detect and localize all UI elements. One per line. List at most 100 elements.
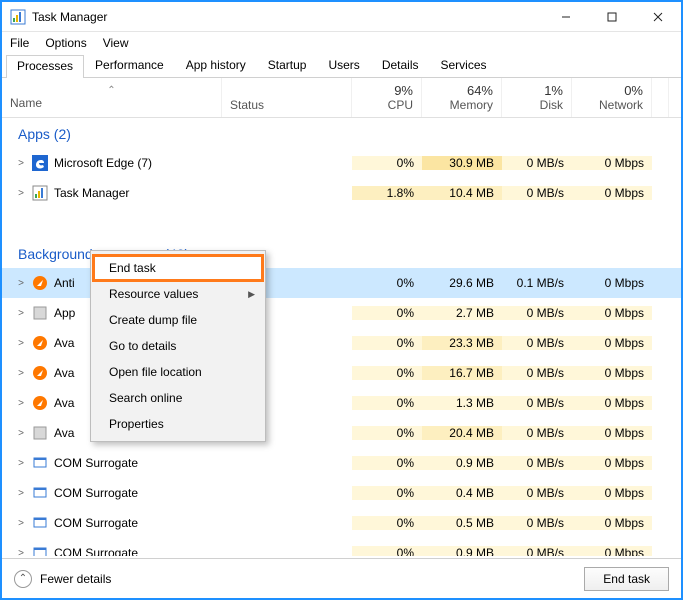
- app-icon: [32, 185, 48, 201]
- chevron-up-icon: ⌃: [14, 570, 32, 588]
- process-row[interactable]: > COM Surrogate 0% 0.9 MB 0 MB/s 0 Mbps: [2, 448, 681, 478]
- process-name-cell: > COM Surrogate: [2, 545, 222, 556]
- expand-icon[interactable]: >: [16, 158, 26, 169]
- group-header-apps: Apps (2): [2, 118, 681, 148]
- col-status[interactable]: Status: [222, 78, 352, 117]
- task-manager-icon: [10, 9, 26, 25]
- memory-cell: 29.6 MB: [422, 276, 502, 290]
- process-name: COM Surrogate: [54, 486, 138, 500]
- col-network[interactable]: 0% Network: [572, 78, 652, 117]
- process-row[interactable]: > COM Surrogate 0% 0.9 MB 0 MB/s 0 Mbps: [2, 538, 681, 556]
- ctx-open-file-location[interactable]: Open file location: [93, 359, 263, 385]
- expand-icon[interactable]: >: [16, 398, 26, 409]
- tab-users[interactable]: Users: [317, 54, 370, 77]
- network-cell: 0 Mbps: [572, 426, 652, 440]
- menu-file[interactable]: File: [10, 36, 29, 50]
- tab-app-history[interactable]: App history: [175, 54, 257, 77]
- ctx-resource-values[interactable]: Resource values: [93, 281, 263, 307]
- network-cell: 0 Mbps: [572, 186, 652, 200]
- tab-performance[interactable]: Performance: [84, 54, 175, 77]
- disk-cell: 0 MB/s: [502, 186, 572, 200]
- expand-icon[interactable]: >: [16, 308, 26, 319]
- network-cell: 0 Mbps: [572, 336, 652, 350]
- ctx-search-online[interactable]: Search online: [93, 385, 263, 411]
- col-disk[interactable]: 1% Disk: [502, 78, 572, 117]
- app-icon: [32, 515, 48, 531]
- process-name: Ava: [54, 396, 74, 410]
- process-name: Ava: [54, 426, 74, 440]
- tab-services[interactable]: Services: [430, 54, 498, 77]
- window-title: Task Manager: [32, 10, 107, 24]
- ctx-create-dump-file[interactable]: Create dump file: [93, 307, 263, 333]
- app-icon: [32, 275, 48, 291]
- col-name[interactable]: ⌃ Name: [2, 78, 222, 117]
- menu-options[interactable]: Options: [45, 36, 86, 50]
- column-headers: ⌃ Name Status 9% CPU 64% Memory 1% Disk …: [2, 78, 681, 118]
- expand-icon[interactable]: >: [16, 518, 26, 529]
- disk-cell: 0 MB/s: [502, 396, 572, 410]
- memory-cell: 23.3 MB: [422, 336, 502, 350]
- memory-cell: 2.7 MB: [422, 306, 502, 320]
- menu-bar: File Options View: [2, 32, 681, 54]
- cpu-cell: 0%: [352, 396, 422, 410]
- memory-cell: 0.4 MB: [422, 486, 502, 500]
- expand-icon[interactable]: >: [16, 338, 26, 349]
- title-bar: Task Manager: [2, 2, 681, 32]
- expand-icon[interactable]: >: [16, 488, 26, 499]
- expand-icon[interactable]: >: [16, 188, 26, 199]
- process-name-cell: > COM Surrogate: [2, 485, 222, 501]
- app-icon: [32, 335, 48, 351]
- footer-bar: ⌃ Fewer details End task: [2, 558, 681, 598]
- ctx-properties[interactable]: Properties: [93, 411, 263, 437]
- ctx-go-to-details[interactable]: Go to details: [93, 333, 263, 359]
- network-cell: 0 Mbps: [572, 486, 652, 500]
- close-button[interactable]: [635, 2, 681, 32]
- disk-cell: 0 MB/s: [502, 366, 572, 380]
- process-row[interactable]: > COM Surrogate 0% 0.4 MB 0 MB/s 0 Mbps: [2, 478, 681, 508]
- process-row[interactable]: > Microsoft Edge (7) 0% 30.9 MB 0 MB/s 0…: [2, 148, 681, 178]
- network-cell: 0 Mbps: [572, 516, 652, 530]
- network-cell: 0 Mbps: [572, 396, 652, 410]
- fewer-details-toggle[interactable]: ⌃ Fewer details: [14, 570, 111, 588]
- process-row[interactable]: > Task Manager 1.8% 10.4 MB 0 MB/s 0 Mbp…: [2, 178, 681, 208]
- cpu-cell: 0%: [352, 276, 422, 290]
- tab-startup[interactable]: Startup: [257, 54, 318, 77]
- process-name-cell: > COM Surrogate: [2, 515, 222, 531]
- app-icon: [32, 545, 48, 556]
- process-name: COM Surrogate: [54, 546, 138, 556]
- window-controls: [543, 2, 681, 32]
- disk-cell: 0 MB/s: [502, 336, 572, 350]
- process-name: Anti: [54, 276, 75, 290]
- process-name: Task Manager: [54, 186, 129, 200]
- app-icon: [32, 155, 48, 171]
- network-cell: 0 Mbps: [572, 366, 652, 380]
- ctx-end-task[interactable]: End task: [93, 255, 263, 281]
- app-icon: [32, 395, 48, 411]
- expand-icon[interactable]: >: [16, 278, 26, 289]
- expand-icon[interactable]: >: [16, 368, 26, 379]
- col-memory[interactable]: 64% Memory: [422, 78, 502, 117]
- network-cell: 0 Mbps: [572, 456, 652, 470]
- col-cpu[interactable]: 9% CPU: [352, 78, 422, 117]
- memory-cell: 10.4 MB: [422, 186, 502, 200]
- end-task-button[interactable]: End task: [584, 567, 669, 591]
- sort-caret-icon: ⌃: [10, 85, 213, 96]
- expand-icon[interactable]: >: [16, 548, 26, 557]
- cpu-cell: 0%: [352, 546, 422, 556]
- tab-details[interactable]: Details: [371, 54, 430, 77]
- cpu-cell: 0%: [352, 426, 422, 440]
- expand-icon[interactable]: >: [16, 458, 26, 469]
- maximize-button[interactable]: [589, 2, 635, 32]
- menu-view[interactable]: View: [103, 36, 129, 50]
- minimize-button[interactable]: [543, 2, 589, 32]
- process-name-cell: > Microsoft Edge (7): [2, 155, 222, 171]
- app-icon: [32, 425, 48, 441]
- app-icon: [32, 305, 48, 321]
- process-row[interactable]: > COM Surrogate 0% 0.5 MB 0 MB/s 0 Mbps: [2, 508, 681, 538]
- network-cell: 0 Mbps: [572, 546, 652, 556]
- cpu-cell: 1.8%: [352, 186, 422, 200]
- expand-icon[interactable]: >: [16, 428, 26, 439]
- app-icon: [32, 455, 48, 471]
- disk-cell: 0 MB/s: [502, 546, 572, 556]
- tab-processes[interactable]: Processes: [6, 55, 84, 78]
